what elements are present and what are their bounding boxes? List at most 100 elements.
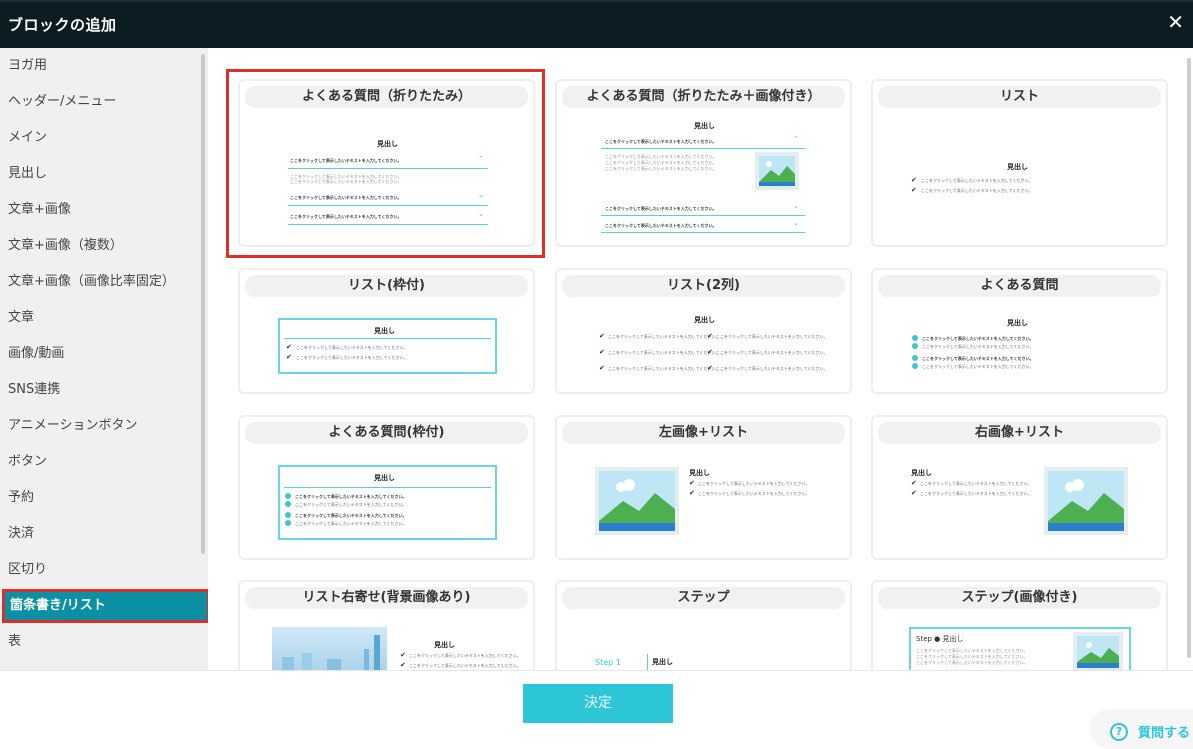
sidebar-item-sns[interactable]: SNS連携 xyxy=(0,372,201,408)
image-placeholder-icon xyxy=(1044,467,1128,535)
answer-badge-icon xyxy=(285,520,291,526)
preview-step-heading: Step ● 見出し xyxy=(916,635,964,643)
sidebar-item-table[interactable]: 表 xyxy=(0,624,201,660)
block-preview: Step 1 見出し xyxy=(557,614,850,670)
block-preview: 見出し ✔ ここをクリックして表示したいテキストを入力してください。 ✔ ここを… xyxy=(557,449,850,558)
block-card-faq-framed[interactable]: よくある質問(枠付) 見出し ここをクリックして表示したいテキストを入力してくだ… xyxy=(238,415,535,560)
block-card-right-image-list[interactable]: 右画像+リスト 見出し ✔ ここをクリックして表示したいテキストを入力してくださ… xyxy=(871,415,1168,560)
preview-heading: 見出し xyxy=(377,140,398,148)
preview-heading: 見出し xyxy=(689,469,710,477)
preview-list-item: ここをクリックして表示したいテキストを入力してください。 xyxy=(716,334,828,339)
preview-question: ここをクリックして表示したいテキストを入力してください。 xyxy=(290,195,402,200)
chevron-down-icon: ⌄ xyxy=(478,210,484,218)
preview-list-item: ここをクリックして表示したいテキストを入力してください。 xyxy=(608,366,720,371)
block-card-step-image[interactable]: ステップ(画像付き) Step ● 見出し ここをクリックして表示したいテキスト… xyxy=(871,580,1168,670)
block-card-title: ステップ xyxy=(562,587,845,609)
block-card-title: よくある質問 xyxy=(878,275,1161,297)
preview-list-item: ここをクリックして表示したいテキストを入力してください。 xyxy=(409,653,521,658)
preview-list-item: ここをクリックして表示したいテキストを入力してください。 xyxy=(698,491,810,496)
check-icon: ✔ xyxy=(689,479,695,487)
sidebar-item-heading[interactable]: 見出し xyxy=(0,156,201,192)
sidebar-item-main[interactable]: メイン xyxy=(0,120,201,156)
sidebar-item-reservation[interactable]: 予約 xyxy=(0,480,201,516)
sidebar-item-text-image[interactable]: 文章+画像 xyxy=(0,192,201,228)
sidebar-item-payment[interactable]: 決済 xyxy=(0,516,201,552)
decide-button[interactable]: 決定 xyxy=(523,684,673,723)
block-card-faq-accordion[interactable]: よくある質問（折りたたみ） 見出し ここをクリックして表示したいテキストを入力し… xyxy=(238,79,535,247)
block-card-title: リスト(枠付) xyxy=(245,275,528,297)
preview-divider xyxy=(601,232,805,233)
preview-divider xyxy=(601,215,805,216)
preview-list-item: ここをクリックして表示したいテキストを入力してください。 xyxy=(921,178,1033,183)
preview-heading: 見出し xyxy=(374,327,395,335)
block-card-title: リスト(2列) xyxy=(562,275,845,297)
block-card-list-framed[interactable]: リスト(枠付) 見出し ✔ ここをクリックして表示したいテキストを入力してくださ… xyxy=(238,268,535,394)
preview-divider xyxy=(647,654,648,670)
check-icon: ✔ xyxy=(286,353,292,361)
sidebar-item-yoga[interactable]: ヨガ用 xyxy=(0,48,201,84)
preview-heading: 見出し xyxy=(1007,319,1028,327)
block-preview: 見出し ここをクリックして表示したいテキストを入力してください。 ここをクリック… xyxy=(240,449,533,558)
chevron-down-icon: ⌄ xyxy=(793,202,799,210)
block-preview: 見出し ここをクリックして表示したいテキストを入力してください。 ここをクリック… xyxy=(873,302,1166,392)
sidebar-item-divider[interactable]: 区切り xyxy=(0,552,201,588)
block-card-left-image-list[interactable]: 左画像+リスト 見出し ✔ ここをクリックして表示したいテキストを入力してくださ… xyxy=(555,415,852,560)
block-gallery: よくある質問（折りたたみ） 見出し ここをクリックして表示したいテキストを入力し… xyxy=(208,48,1193,670)
preview-answer: ここをクリックして表示したいテキストを入力してください。 xyxy=(922,344,1034,349)
preview-question: ここをクリックして表示したいテキストを入力してください。 xyxy=(605,223,717,228)
sidebar-scrollbar[interactable] xyxy=(201,54,205,554)
chevron-down-icon: ⌄ xyxy=(793,219,799,227)
block-card-title: よくある質問(枠付) xyxy=(245,422,528,444)
preview-question: ここをクリックして表示したいテキストを入力してください。 xyxy=(295,494,407,499)
sidebar-item-text[interactable]: 文章 xyxy=(0,300,201,336)
image-placeholder-icon xyxy=(1073,632,1123,670)
sidebar-item-text-image-multi[interactable]: 文章+画像（複数） xyxy=(0,228,201,264)
preview-divider xyxy=(284,338,491,339)
chevron-up-icon: ⌃ xyxy=(793,135,799,143)
preview-divider xyxy=(601,148,805,149)
block-preview: 見出し ここをクリックして表示したいテキストを入力してください。 ⌃ ここをクリ… xyxy=(557,113,850,245)
preview-heading: 見出し xyxy=(911,469,932,477)
check-icon: ✔ xyxy=(599,364,605,372)
close-icon[interactable]: ✕ xyxy=(1167,9,1184,35)
check-icon: ✔ xyxy=(911,176,917,184)
question-badge-icon xyxy=(912,355,918,361)
block-card-list[interactable]: リスト 見出し ✔ ここをクリックして表示したいテキストを入力してください。 ✔… xyxy=(871,79,1168,247)
sidebar-item-text-image-fixed[interactable]: 文章+画像（画像比率固定） xyxy=(0,264,201,300)
help-label: 質問する xyxy=(1138,726,1191,741)
preview-question: ここをクリックして表示したいテキストを入力してください。 xyxy=(290,158,402,163)
sidebar-item-header-menu[interactable]: ヘッダー/メニュー xyxy=(0,84,201,120)
sidebar-item-button[interactable]: ボタン xyxy=(0,444,201,480)
block-card-list-right-bg[interactable]: リスト右寄せ(背景画像あり) 見出し ✔ ここをクリックして表示したいテキストを… xyxy=(238,580,535,670)
check-icon: ✔ xyxy=(911,479,917,487)
check-icon: ✔ xyxy=(599,332,605,340)
check-icon: ✔ xyxy=(707,332,713,340)
help-button[interactable]: ? 質問する xyxy=(1090,709,1193,749)
block-preview: 見出し ✔ ここをクリックして表示したいテキストを入力してください。 ✔ ここを… xyxy=(873,449,1166,558)
preview-answer: ここをクリックして表示したいテキストを入力してください。 xyxy=(605,166,717,171)
check-icon: ✔ xyxy=(286,343,292,351)
preview-list-item: ここをクリックして表示したいテキストを入力してください。 xyxy=(920,481,1032,486)
block-card-list-2col[interactable]: リスト(2列) 見出し ✔ ここをクリックして表示したいテキストを入力してくださ… xyxy=(555,268,852,394)
gallery-scrollbar[interactable] xyxy=(1187,58,1191,658)
check-icon: ✔ xyxy=(400,661,406,669)
sidebar-item-image-video[interactable]: 画像/動画 xyxy=(0,336,201,372)
preview-list-item: ここをクリックして表示したいテキストを入力してください。 xyxy=(296,355,408,360)
preview-heading: 見出し xyxy=(694,122,715,130)
block-card-step[interactable]: ステップ Step 1 見出し xyxy=(555,580,852,670)
block-preview: 見出し ✔ ここをクリックして表示したいテキストを入力してください。 ✔ ここを… xyxy=(240,302,533,392)
category-sidebar: ヨガ用 ヘッダー/メニュー メイン 見出し 文章+画像 文章+画像（複数） 文章… xyxy=(0,48,208,670)
dialog-title: ブロックの追加 xyxy=(8,16,117,34)
preview-answer: ここをクリックして表示したいテキストを入力してください。 xyxy=(295,502,407,507)
preview-question: ここをクリックして表示したいテキストを入力してください。 xyxy=(605,139,717,144)
preview-heading: 見出し xyxy=(434,641,455,649)
sidebar-item-list[interactable]: 箇条書き/リスト xyxy=(2,589,208,623)
preview-heading: 見出し xyxy=(1007,163,1028,171)
question-icon: ? xyxy=(1110,723,1128,741)
block-card-faq[interactable]: よくある質問 見出し ここをクリックして表示したいテキストを入力してください。 … xyxy=(871,268,1168,394)
sidebar-item-animation-button[interactable]: アニメーションボタン xyxy=(0,408,201,444)
dialog-header: ブロックの追加 ✕ xyxy=(0,0,1193,48)
block-preview: 見出し ✔ ここをクリックして表示したいテキストを入力してください。 ✔ ここを… xyxy=(557,302,850,392)
block-preview: 見出し ✔ ここをクリックして表示したいテキストを入力してください。 ✔ ここを… xyxy=(240,614,533,670)
block-card-faq-accordion-image[interactable]: よくある質問（折りたたみ＋画像付き） 見出し ここをクリックして表示したいテキス… xyxy=(555,79,852,247)
